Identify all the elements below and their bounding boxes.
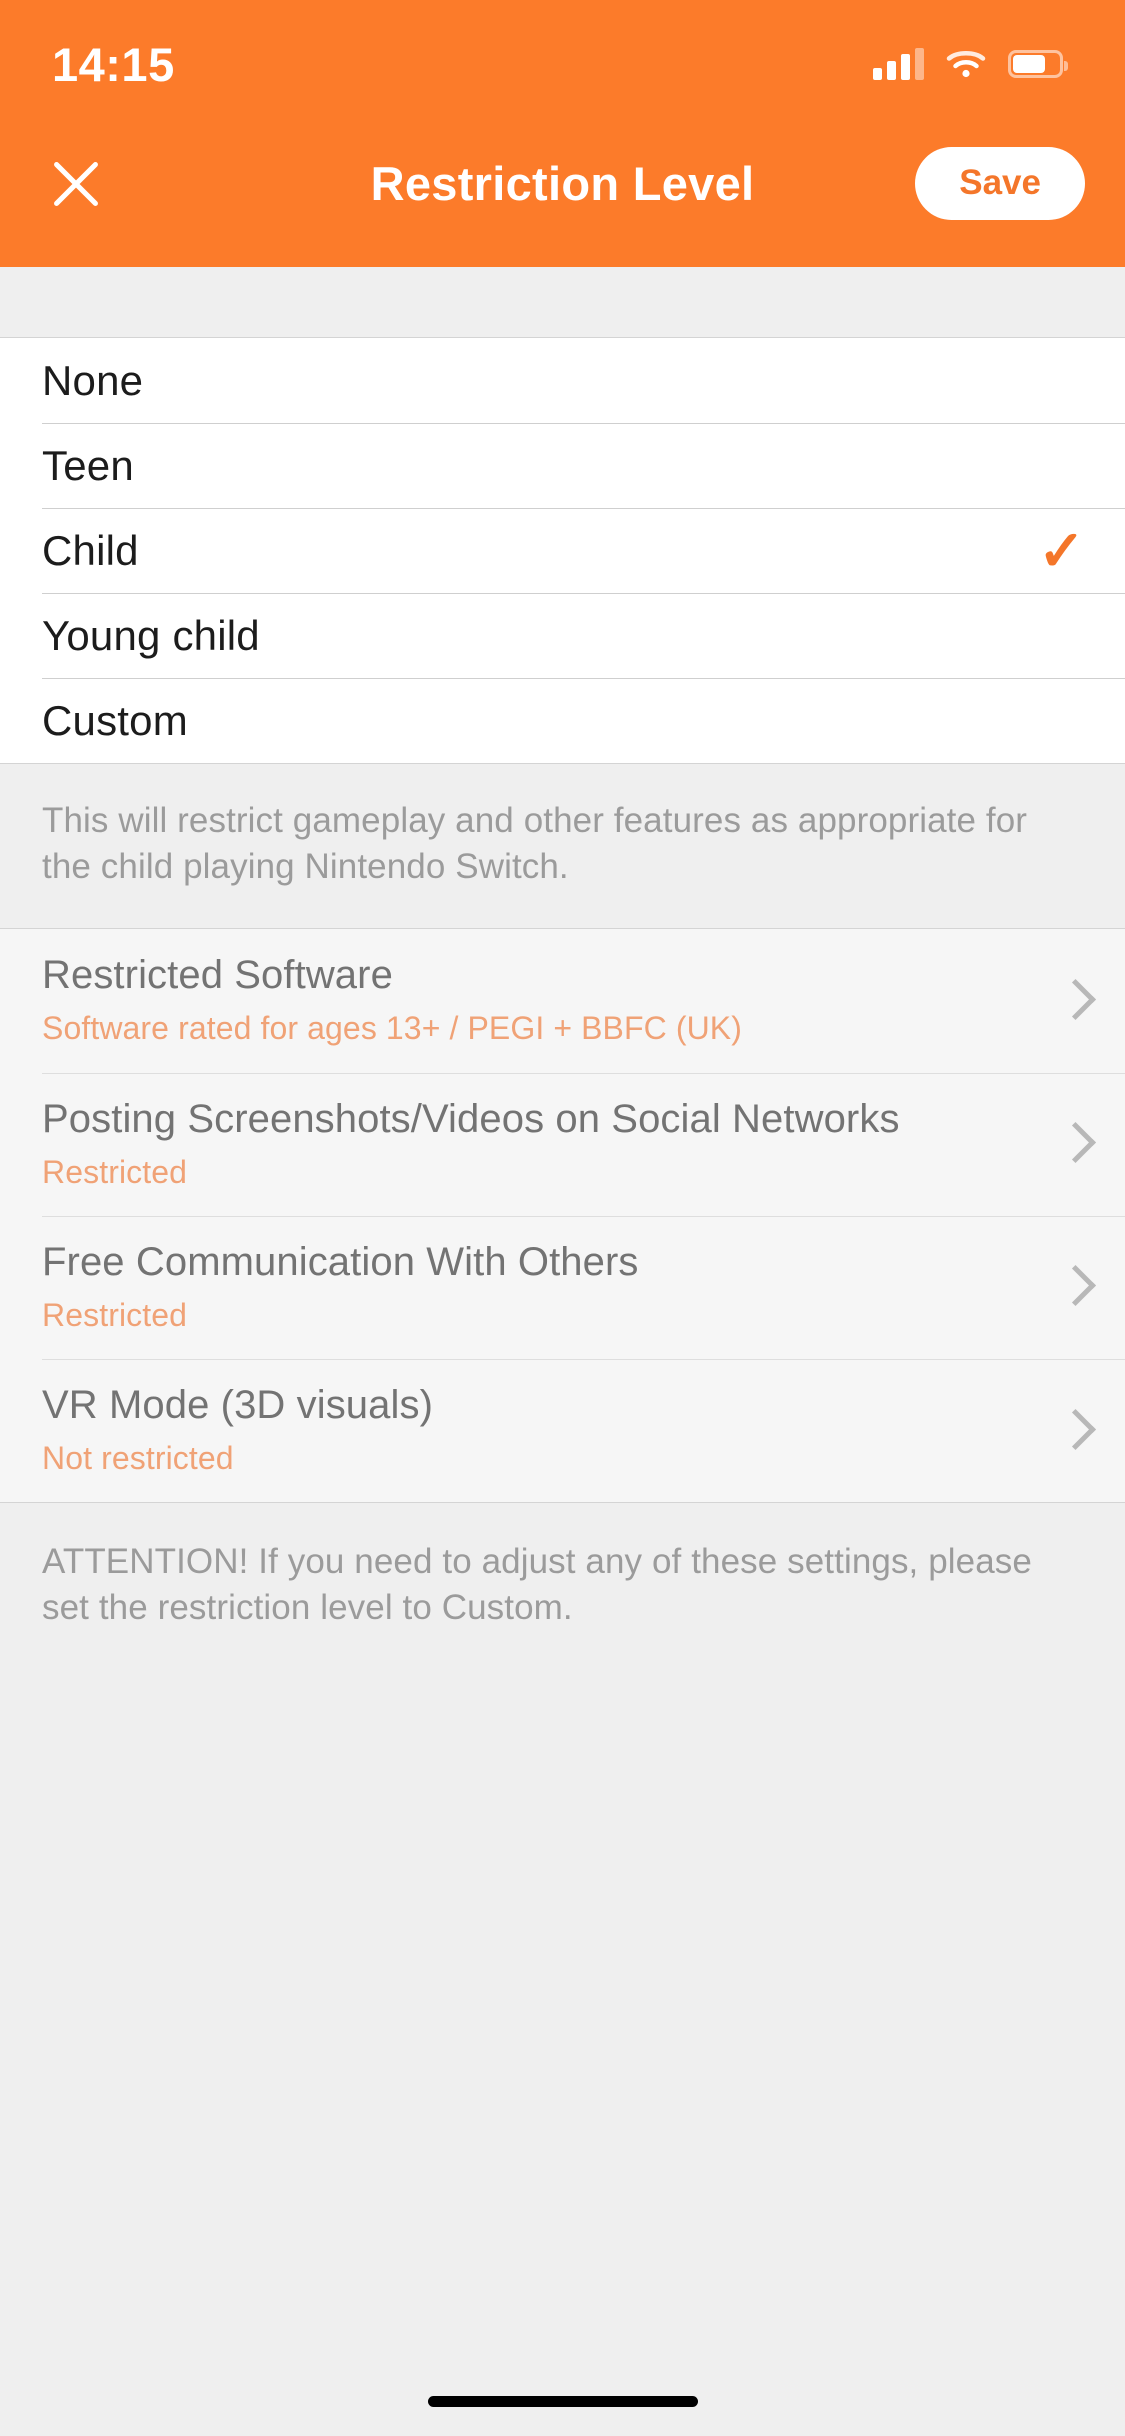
home-indicator-bar[interactable] <box>427 2395 698 2407</box>
setting-subtitle: Software rated for ages 13+ / PEGI + BBF… <box>42 1010 743 1047</box>
setting-row-restricted-software[interactable]: Restricted Software Software rated for a… <box>0 929 1125 1072</box>
checkmark-icon: ✓ <box>1038 518 1085 582</box>
option-row-none[interactable]: None <box>0 338 1125 423</box>
option-label: None <box>42 356 144 404</box>
chevron-right-icon <box>1059 1121 1085 1167</box>
chevron-right-icon <box>1059 978 1085 1024</box>
settings-list: Restricted Software Software rated for a… <box>0 929 1125 1503</box>
setting-title: Restricted Software <box>42 953 393 998</box>
option-row-child[interactable]: Child ✓ <box>0 508 1125 593</box>
restriction-level-list: None Teen Child ✓ Young child Custom <box>0 338 1125 763</box>
info-description-text: This will restrict gameplay and other fe… <box>42 801 1028 887</box>
setting-subtitle: Restricted <box>42 1153 188 1190</box>
save-button[interactable]: Save <box>915 147 1085 220</box>
wifi-icon <box>946 49 986 79</box>
status-bar: 14:15 <box>0 0 1125 100</box>
setting-texts: Posting Screenshots/Videos on Social Net… <box>42 1095 1041 1194</box>
chevron-right-icon <box>1059 1408 1085 1454</box>
cellular-signal-icon <box>873 48 924 80</box>
option-row-young-child[interactable]: Young child <box>0 593 1125 678</box>
app-header: 14:15 Restriction Level Save <box>0 0 1125 267</box>
setting-row-posting-screenshots[interactable]: Posting Screenshots/Videos on Social Net… <box>0 1072 1125 1216</box>
option-label: Child <box>42 526 139 574</box>
setting-title: VR Mode (3D visuals) <box>42 1382 434 1427</box>
setting-subtitle: Not restricted <box>42 1439 234 1476</box>
home-indicator-area <box>0 2366 1125 2436</box>
setting-title: Free Communication With Others <box>42 1239 639 1284</box>
setting-texts: Restricted Software Software rated for a… <box>42 951 1041 1050</box>
navigation-bar: Restriction Level Save <box>0 100 1125 267</box>
attention-text: ATTENTION! If you need to adjust any of … <box>42 1542 1032 1628</box>
setting-texts: Free Communication With Others Restricte… <box>42 1238 1041 1337</box>
option-row-custom[interactable]: Custom <box>0 678 1125 763</box>
chevron-right-icon <box>1059 1264 1085 1310</box>
status-bar-icons <box>873 48 1068 80</box>
option-row-teen[interactable]: Teen <box>0 423 1125 508</box>
section-gap <box>0 267 1125 338</box>
option-label: Young child <box>42 611 260 659</box>
info-block: This will restrict gameplay and other fe… <box>0 763 1125 930</box>
setting-title: Posting Screenshots/Videos on Social Net… <box>42 1096 900 1141</box>
status-bar-time: 14:15 <box>52 37 175 91</box>
attention-block: ATTENTION! If you need to adjust any of … <box>0 1502 1125 2366</box>
setting-row-free-communication[interactable]: Free Communication With Others Restricte… <box>0 1215 1125 1359</box>
option-label: Custom <box>42 696 188 744</box>
phone-screen: 14:15 Restriction Level Save None Teen C… <box>0 0 1125 2436</box>
option-label: Teen <box>42 441 134 489</box>
setting-row-vr-mode[interactable]: VR Mode (3D visuals) Not restricted <box>0 1358 1125 1502</box>
setting-subtitle: Restricted <box>42 1296 188 1333</box>
battery-icon <box>1008 50 1068 78</box>
setting-texts: VR Mode (3D visuals) Not restricted <box>42 1381 1041 1480</box>
close-icon[interactable] <box>34 142 118 226</box>
